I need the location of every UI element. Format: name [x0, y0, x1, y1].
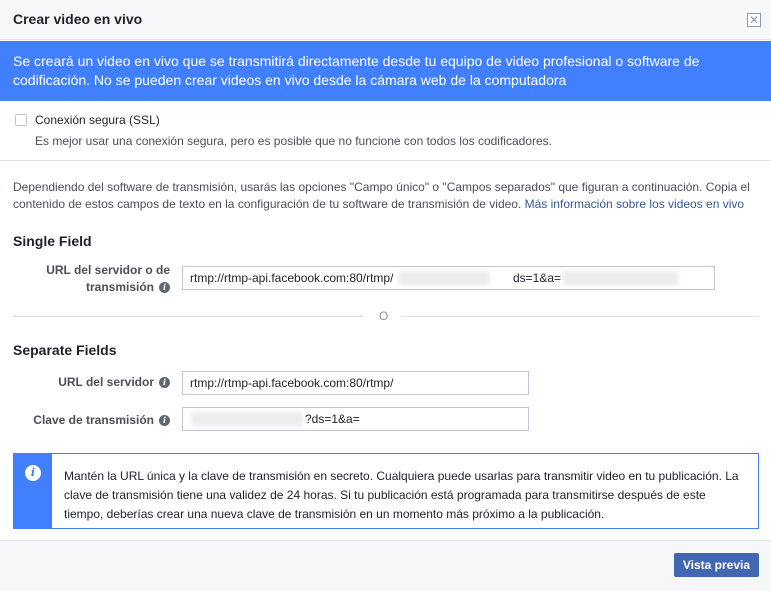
server-url-value: rtmp://rtmp-api.facebook.com:80/rtmp/: [190, 376, 394, 390]
server-url-label: URL del servidor i: [30, 374, 170, 391]
redacted-blur: [191, 412, 303, 426]
divider: [0, 160, 771, 161]
ssl-option[interactable]: Conexión segura (SSL): [15, 113, 160, 127]
learn-more-link[interactable]: Más información sobre los videos en vivo: [525, 197, 744, 211]
security-notice: i Mantén la URL única y la clave de tran…: [13, 453, 759, 529]
info-banner: Se creará un video en vivo que se transm…: [0, 41, 771, 101]
server-url-label-text: URL del servidor: [58, 375, 154, 389]
stream-key-field[interactable]: ?ds=1&a=: [182, 407, 529, 431]
dialog-header: Crear video en vivo ✕: [0, 0, 771, 40]
server-url-field[interactable]: rtmp://rtmp-api.facebook.com:80/rtmp/: [182, 371, 529, 395]
separator-line-left: [13, 316, 363, 317]
stream-key-suffix: ?ds=1&a=: [305, 412, 360, 426]
separator-text: O: [379, 309, 389, 323]
stream-url-suffix: ds=1&a=: [513, 271, 562, 285]
ssl-label: Conexión segura (SSL): [35, 113, 160, 127]
close-icon[interactable]: ✕: [747, 13, 761, 27]
stream-url-label-text: URL del servidor o de transmisión: [46, 263, 170, 294]
stream-key-label: Clave de transmisión i: [30, 412, 170, 429]
single-field-title: Single Field: [13, 233, 92, 249]
redacted-blur: [398, 271, 490, 285]
stream-url-field[interactable]: rtmp://rtmp-api.facebook.com:80/rtmp/ ds…: [182, 266, 715, 290]
ssl-hint: Es mejor usar una conexión segura, pero …: [35, 134, 552, 148]
redacted-blur: [563, 271, 678, 285]
info-icon: i: [25, 465, 41, 481]
separate-fields-title: Separate Fields: [13, 342, 117, 358]
stream-key-label-text: Clave de transmisión: [33, 413, 154, 427]
info-icon[interactable]: i: [159, 282, 170, 294]
info-icon[interactable]: i: [159, 377, 170, 389]
dialog-footer: Vista previa: [0, 540, 771, 591]
stream-url-label: URL del servidor o de transmisión i: [30, 262, 170, 296]
ssl-checkbox[interactable]: [15, 114, 27, 126]
separator-line-right: [401, 316, 759, 317]
info-icon[interactable]: i: [159, 415, 170, 427]
instructions-text: Dependiendo del software de transmisión,…: [13, 179, 759, 213]
notice-text: Mantén la URL única y la clave de transm…: [64, 469, 739, 521]
dialog-title: Crear video en vivo: [13, 11, 143, 27]
notice-accent: i: [14, 454, 52, 528]
stream-url-prefix: rtmp://rtmp-api.facebook.com:80/rtmp/: [190, 271, 394, 285]
banner-text: Se creará un video en vivo que se transm…: [13, 53, 700, 88]
preview-button[interactable]: Vista previa: [673, 553, 759, 577]
